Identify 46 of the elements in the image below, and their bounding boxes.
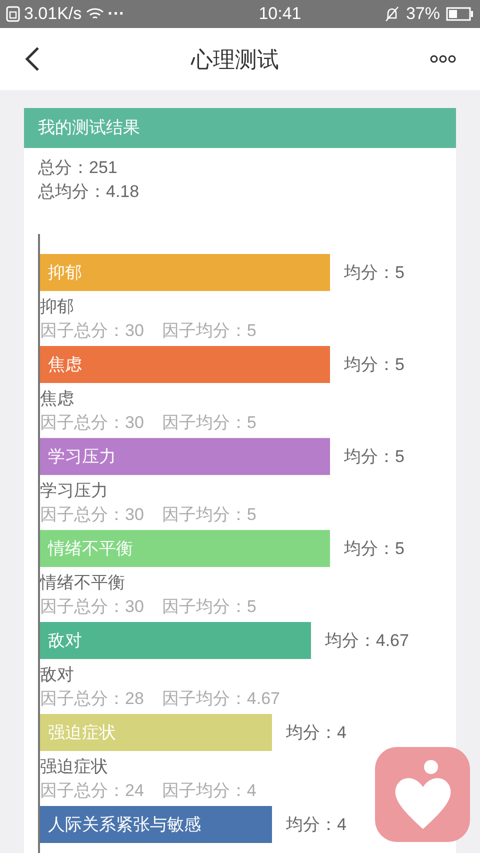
average-label: 均分：5 (344, 446, 404, 468)
factor-total: 因子总分：30 (40, 412, 144, 434)
battery-percent: 37% (406, 3, 440, 26)
total-score: 总分：251 (38, 157, 118, 179)
battery-icon (446, 7, 474, 21)
factor-bar: 敌对 (40, 622, 311, 659)
network-speed: 3.01K/s (24, 3, 82, 26)
factor-total: 因子总分：28 (40, 688, 144, 710)
average-score: 总均分：4.18 (38, 181, 140, 203)
average-label: 均分：4.67 (324, 630, 409, 652)
factor-name: 强迫症状 (40, 756, 109, 778)
factor-average: 因子均分：4 (162, 780, 256, 802)
factor-name: 焦虑 (40, 388, 75, 410)
factor-name: 学习压力 (40, 480, 109, 502)
factor-bar: 强迫症状 (40, 714, 272, 751)
factor-bar: 抑郁 (40, 254, 330, 291)
page-title: 心理测试 (191, 46, 279, 74)
factor-average: 因子均分：4.67 (162, 688, 280, 710)
average-label: 均分：5 (344, 354, 404, 376)
factor-average: 因子均分：5 (162, 412, 256, 434)
average-label: 均分：4 (286, 814, 346, 836)
clock: 10:41 (258, 3, 302, 26)
factor-name: 情绪不平衡 (40, 572, 126, 594)
factor-name: 抑郁 (40, 296, 75, 318)
factor-total: 因子总分：30 (40, 320, 144, 342)
sim-icon (6, 6, 20, 22)
factor-total: 因子总分：30 (40, 504, 144, 526)
factor-bar: 焦虑 (40, 346, 330, 383)
factor-average: 因子均分：5 (162, 320, 256, 342)
factor-total: 因子总分：24 (40, 780, 144, 802)
wifi-icon (86, 7, 104, 21)
bell-muted-icon (384, 6, 400, 22)
factor-bar: 学习压力 (40, 438, 330, 475)
factor-bar: 情绪不平衡 (40, 530, 330, 567)
factor-total: 因子总分：30 (40, 596, 144, 618)
average-label: 均分：5 (344, 262, 404, 284)
back-icon[interactable] (24, 46, 40, 72)
factor-name: 敌对 (40, 664, 75, 686)
factor-average: 因子均分：5 (162, 596, 256, 618)
factor-bar: 人际关系紧张与敏感 (40, 806, 272, 843)
average-label: 均分：4 (286, 722, 346, 744)
more-icon[interactable] (430, 55, 456, 63)
factor-average: 因子均分：5 (162, 504, 256, 526)
average-label: 均分：5 (344, 538, 404, 560)
card-title: 我的测试结果 (38, 117, 140, 140)
more-indicator: ··· (108, 3, 125, 26)
